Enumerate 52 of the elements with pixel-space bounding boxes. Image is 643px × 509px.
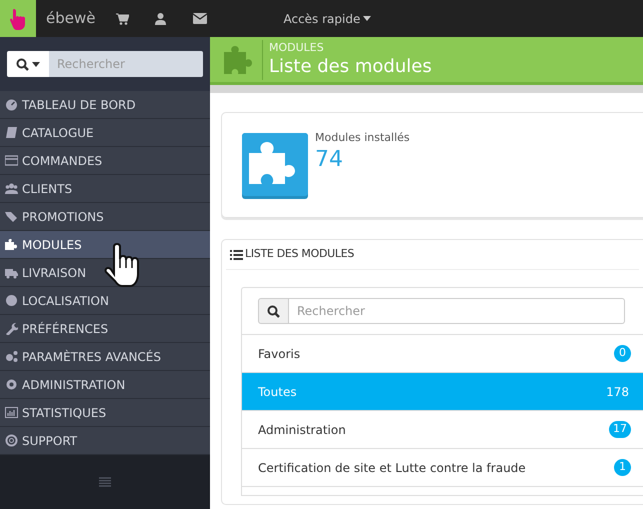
book-icon [5, 126, 18, 139]
puzzle-icon [5, 238, 18, 251]
logo-tile[interactable] [0, 0, 36, 37]
search-button[interactable] [258, 298, 289, 324]
pointing-hand-icon [9, 8, 27, 30]
search-field[interactable]: Rechercher [49, 51, 203, 77]
caret-icon [32, 62, 40, 66]
user-icon[interactable] [155, 12, 166, 24]
sidebar-item[interactable]: ADMINISTRATION [0, 371, 210, 399]
hand-cursor-icon [103, 241, 141, 289]
page-title: Liste des modules [269, 54, 432, 78]
wrench-icon [5, 322, 18, 335]
brand-name: ébewè [46, 8, 96, 30]
sidebar-item[interactable]: SUPPORT [0, 427, 210, 455]
users-icon [5, 182, 18, 195]
caret-icon [363, 16, 372, 21]
gauge-icon [5, 98, 18, 111]
list-icon [230, 250, 243, 260]
search-menu-button[interactable] [7, 51, 49, 77]
category-label: Toutes [258, 384, 297, 400]
panel-title: LISTE DES MODULES [245, 246, 354, 262]
sidebar-item[interactable]: TABLEAU DE BORD [0, 91, 210, 119]
envelope-icon[interactable] [193, 13, 208, 24]
search-field[interactable]: Rechercher [289, 298, 625, 324]
cart-icon[interactable] [116, 12, 130, 24]
truck-icon [5, 266, 18, 279]
bar-chart-icon [5, 406, 18, 419]
lifebuoy-icon [5, 434, 18, 447]
count-badge: 17 [609, 421, 631, 438]
sidebar-item[interactable]: COMMANDES [0, 147, 210, 175]
stat-label: Modules installés [315, 130, 410, 146]
sidebar-item[interactable]: LOCALISATION [0, 287, 210, 315]
sidebar-item[interactable]: MODULES [0, 231, 210, 259]
sidebar-item[interactable]: CATALOGUE [0, 119, 210, 147]
count-label: 178 [606, 384, 630, 400]
sidebar-item[interactable]: PARAMÈTRES AVANCÉS [0, 343, 210, 371]
tag-icon [5, 210, 18, 223]
category-label: Favoris [258, 346, 300, 362]
stat-value: 74 [315, 146, 344, 174]
card-icon [5, 154, 18, 167]
category-label: Administration [258, 422, 346, 438]
sidebar-item[interactable]: PROMOTIONS [0, 203, 210, 231]
count-badge: 0 [614, 345, 631, 362]
search-icon [267, 304, 280, 318]
sidebar-item[interactable]: PRÉFÉRENCES [0, 315, 210, 343]
search-icon [16, 58, 29, 70]
sidebar-item[interactable]: CLIENTS [0, 175, 210, 203]
puzzle-icon [242, 133, 308, 199]
count-badge: 1 [614, 459, 631, 476]
quick-access-dropdown[interactable]: Accès rapide [283, 10, 372, 28]
category-label: Certification de site et Lutte contre la fraude [258, 460, 526, 476]
sidebar-item[interactable]: STATISTIQUES [0, 399, 210, 427]
